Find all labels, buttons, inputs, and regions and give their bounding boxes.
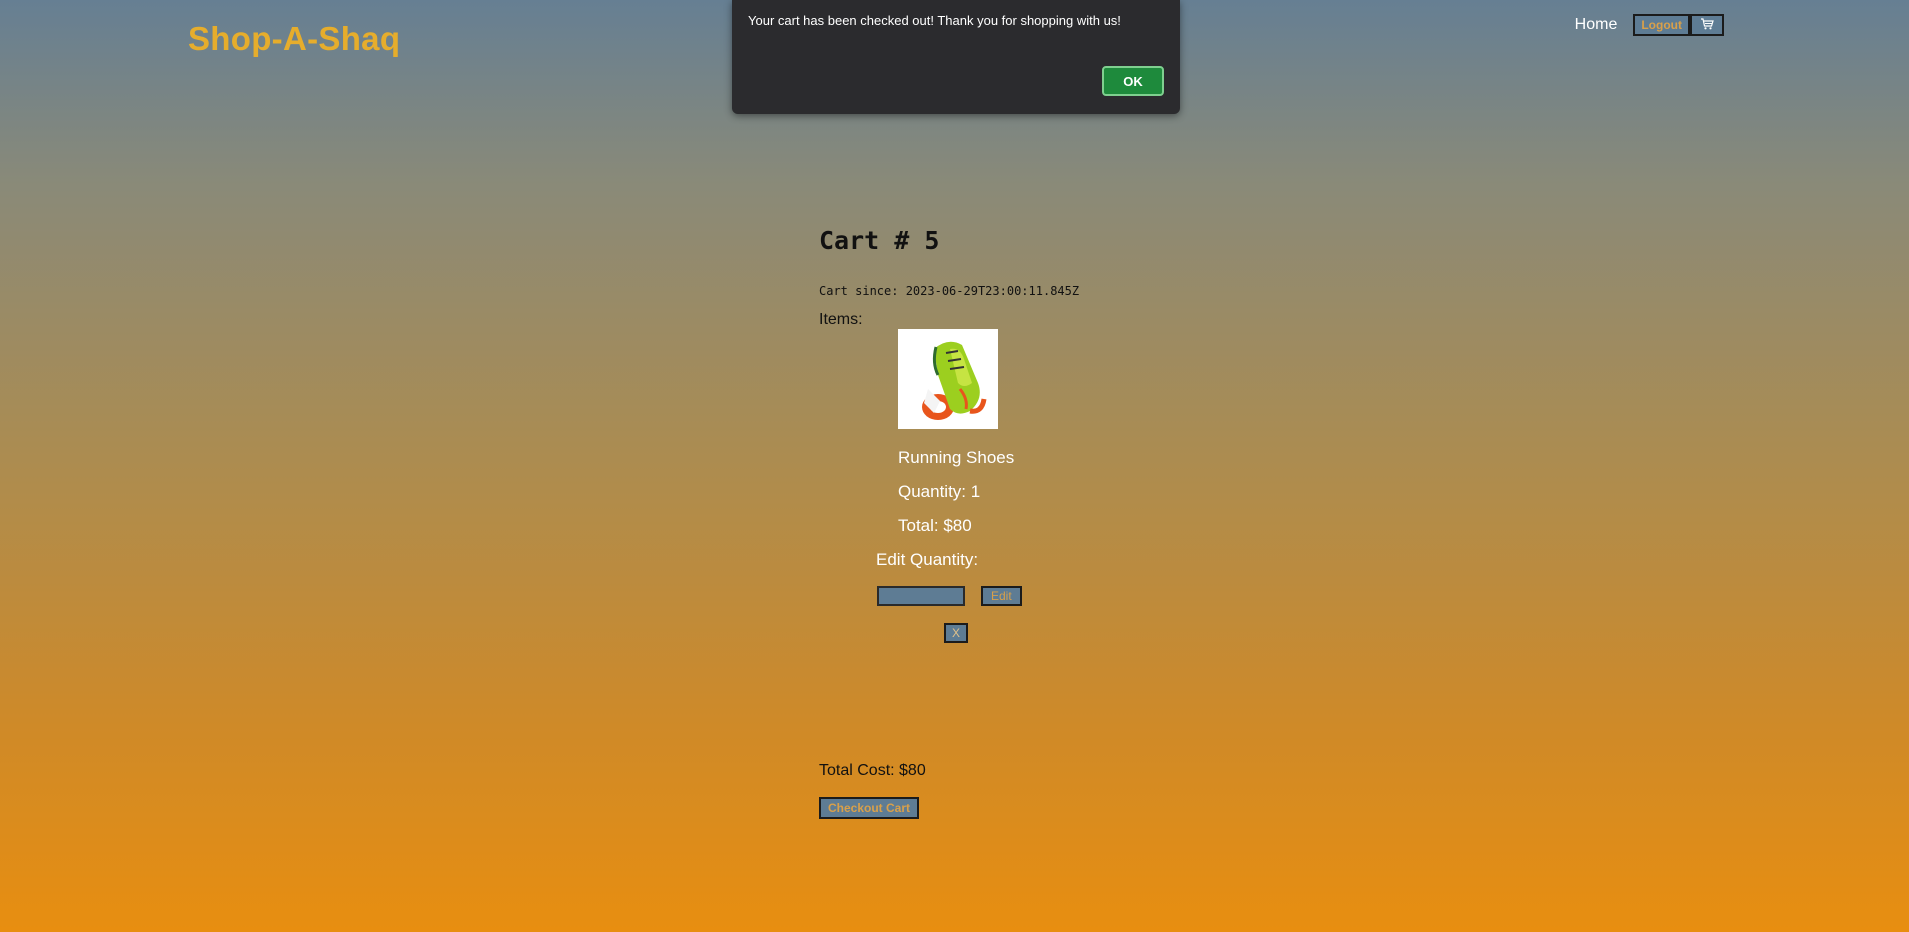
checkout-alert-dialog: Your cart has been checked out! Thank yo… (732, 0, 1180, 114)
cart-button[interactable] (1690, 14, 1724, 36)
remove-item-button[interactable]: X (944, 623, 968, 643)
logout-button[interactable]: Logout (1633, 14, 1690, 36)
edit-quantity-button[interactable]: Edit (981, 586, 1022, 606)
nav-home-link[interactable]: Home (1575, 16, 1618, 34)
item-name: Running Shoes (898, 448, 1015, 467)
total-cost: Total Cost: $80 (819, 762, 926, 779)
item-quantity: Quantity: 1 (898, 482, 981, 501)
top-nav: Home Logout (1575, 14, 1724, 36)
quantity-input[interactable] (877, 586, 965, 606)
cart-since-timestamp: Cart since: 2023-06-29T23:00:11.845Z (819, 284, 1080, 298)
items-label: Items: (819, 311, 863, 328)
item-total: Total: $80 (898, 516, 972, 535)
alert-message: Your cart has been checked out! Thank yo… (748, 13, 1121, 28)
alert-ok-button[interactable]: OK (1102, 66, 1164, 96)
running-shoes-image (898, 329, 998, 429)
site-logo[interactable]: Shop-A-Shaq (188, 20, 400, 58)
cart-title: Cart # 5 (819, 226, 940, 255)
shopping-cart-icon (1700, 17, 1714, 33)
edit-quantity-label: Edit Quantity: (876, 550, 979, 569)
checkout-cart-button[interactable]: Checkout Cart (819, 797, 920, 819)
